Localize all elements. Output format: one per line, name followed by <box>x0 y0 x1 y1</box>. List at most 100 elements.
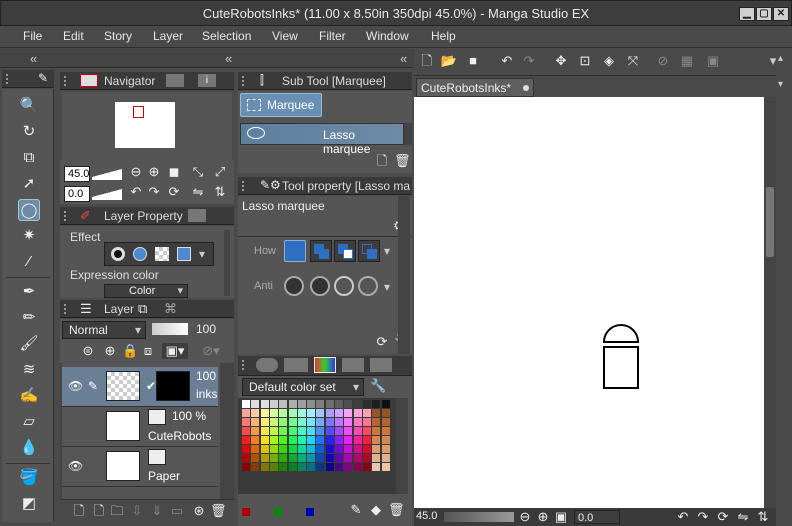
color-swatch[interactable] <box>325 463 334 471</box>
object-tool-icon[interactable]: ➚ <box>18 173 40 195</box>
scroll-up-icon[interactable]: ▴ <box>778 53 783 64</box>
grip-icon[interactable] <box>6 74 14 84</box>
color-swatch[interactable] <box>325 418 334 426</box>
color-swatch[interactable] <box>316 409 325 417</box>
color-swatch[interactable] <box>344 427 353 435</box>
menu-view[interactable]: View <box>272 29 298 43</box>
color-swatch[interactable] <box>353 436 362 444</box>
color-swatch[interactable] <box>353 454 362 462</box>
color-swatch[interactable] <box>251 463 260 471</box>
color-swatch[interactable] <box>381 463 390 471</box>
sub-tool-scrollbar[interactable] <box>404 123 412 145</box>
delete-layer-icon[interactable]: 🗑 <box>210 503 227 519</box>
color-swatch[interactable] <box>288 409 297 417</box>
tab-menu-icon[interactable]: ▾ <box>778 79 783 90</box>
color-swatch[interactable] <box>316 463 325 471</box>
color-swatch[interactable] <box>381 454 390 462</box>
status-reset-rotation-icon[interactable]: ⟳ <box>716 509 730 525</box>
rotate-left-icon[interactable]: ↶ <box>128 184 144 200</box>
color-swatch[interactable] <box>335 445 343 453</box>
layer-row[interactable]: 👁 ✎ ✔ 100 inks <box>62 367 218 407</box>
color-swatch[interactable] <box>362 400 371 408</box>
color-swatch[interactable] <box>307 463 316 471</box>
color-swatch[interactable] <box>260 427 269 435</box>
color-swatch[interactable] <box>316 445 325 453</box>
color-slider-tab-icon[interactable] <box>284 358 308 372</box>
color-swatch[interactable] <box>381 445 390 453</box>
mask-dropdown-icon[interactable]: ▣▾ <box>162 343 188 359</box>
color-swatch[interactable] <box>335 409 343 417</box>
color-swatch[interactable] <box>372 418 381 426</box>
menu-file[interactable]: File <box>23 29 42 43</box>
color-swatch[interactable] <box>325 445 334 453</box>
decoration-tool-icon[interactable]: ✍ <box>18 385 40 407</box>
color-swatch[interactable] <box>316 427 325 435</box>
color-swatch[interactable] <box>344 463 353 471</box>
color-swatch[interactable] <box>251 409 260 417</box>
effect-color-icon[interactable] <box>177 247 191 261</box>
brush-tool-icon[interactable]: 🖌 <box>18 333 40 355</box>
unsaved-dot-icon[interactable] <box>523 85 529 91</box>
color-swatch[interactable] <box>325 400 334 408</box>
anti-alias-none-icon[interactable] <box>284 276 304 296</box>
collapse-right-icon[interactable]: « <box>400 51 407 66</box>
delete-sub-tool-icon[interactable]: 🗑 <box>394 153 411 169</box>
anti-alias-medium-icon[interactable] <box>334 276 354 296</box>
color-swatch[interactable] <box>316 454 325 462</box>
close-button[interactable]: ✕ <box>773 7 789 21</box>
color-swatch[interactable] <box>372 445 381 453</box>
zoom-tool-icon[interactable]: 🔍 <box>18 95 40 117</box>
color-swatch[interactable] <box>335 463 343 471</box>
color-swatch[interactable] <box>251 436 260 444</box>
anti-alias-dropdown-icon[interactable]: ▾ <box>384 280 390 294</box>
color-swatch[interactable] <box>260 445 269 453</box>
color-swatch[interactable] <box>325 427 334 435</box>
color-swatch[interactable] <box>344 436 353 444</box>
snap-icon[interactable]: ▣ <box>704 53 722 69</box>
new-folder-icon[interactable]: 🗀 <box>110 503 124 519</box>
status-rotate-right-icon[interactable]: ↷ <box>696 509 710 525</box>
color-swatch[interactable] <box>344 418 353 426</box>
eraser-tool-icon[interactable]: ▱ <box>18 411 40 433</box>
menu-edit[interactable]: Edit <box>63 29 84 43</box>
color-swatch[interactable] <box>288 436 297 444</box>
canvas[interactable] <box>414 97 764 509</box>
zoom-out-icon[interactable]: ⊖ <box>128 164 144 180</box>
color-swatch[interactable] <box>269 445 278 453</box>
replace-color-icon[interactable]: ◆ <box>368 502 384 518</box>
sub-view-tab-icon[interactable] <box>166 74 184 87</box>
color-swatch[interactable] <box>251 454 260 462</box>
opacity-value[interactable]: 100 <box>196 322 216 336</box>
blend-tool-icon[interactable]: 💧 <box>18 437 40 459</box>
fill-icon[interactable]: ◈ <box>600 53 618 69</box>
color-swatch[interactable] <box>288 445 297 453</box>
status-fit-icon[interactable]: ▣ <box>554 509 568 525</box>
color-swatch[interactable] <box>307 436 316 444</box>
status-zoom[interactable]: 45.0 <box>416 510 437 522</box>
how-dropdown-icon[interactable]: ▾ <box>384 244 390 258</box>
layer-tab-icon[interactable]: ☰ <box>80 301 92 317</box>
color-swatch[interactable] <box>297 463 306 471</box>
color-swatch[interactable] <box>325 454 334 462</box>
color-swatch[interactable] <box>288 418 297 426</box>
tool-property-tab-icon[interactable]: ✎⚙ <box>260 178 281 192</box>
undo-icon[interactable]: ↶ <box>498 53 516 69</box>
info-tab-icon[interactable]: i <box>198 74 216 87</box>
color-swatch[interactable] <box>307 427 316 435</box>
color-set-settings-icon[interactable]: 🔧 <box>370 378 386 394</box>
color-swatch[interactable] <box>260 463 269 471</box>
pencil-tool-icon[interactable]: ✏ <box>18 307 40 329</box>
color-swatch[interactable] <box>297 409 306 417</box>
menu-window[interactable]: Window <box>366 29 409 43</box>
add-color-icon[interactable]: ✎ <box>348 502 364 518</box>
color-swatch[interactable] <box>362 445 371 453</box>
color-swatch[interactable] <box>251 400 260 408</box>
reset-rotation-icon[interactable]: ⟳ <box>166 184 182 200</box>
color-swatch[interactable] <box>353 445 362 453</box>
fit-window-icon[interactable]: ⤡ <box>190 164 206 180</box>
airbrush-tool-icon[interactable]: ≋ <box>18 359 40 381</box>
color-swatch[interactable] <box>279 418 288 426</box>
grip-icon[interactable] <box>64 304 72 314</box>
intersect-selection-button[interactable] <box>358 240 380 262</box>
effect-border-icon[interactable] <box>111 247 125 261</box>
